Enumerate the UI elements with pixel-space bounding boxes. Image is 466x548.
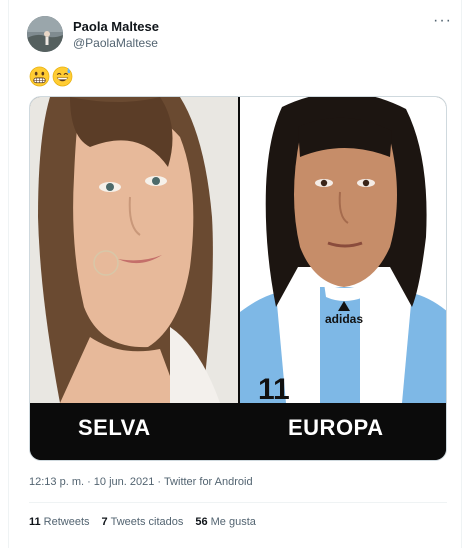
- retweets-count: 11: [29, 516, 41, 528]
- retweets-stat[interactable]: 11 Retweets: [29, 516, 90, 528]
- grimacing-face-icon: [29, 66, 50, 87]
- media-right-photo: adidas 11: [240, 97, 446, 403]
- retweets-label: Retweets: [43, 516, 90, 528]
- avatar[interactable]: [27, 16, 63, 52]
- left-caption: SELVA: [78, 415, 151, 440]
- quotes-count: 7: [101, 516, 108, 528]
- likes-count: 56: [195, 516, 208, 528]
- engagement-stats: 11 Retweets 7 Tweets citados 56 Me gusta: [29, 516, 256, 528]
- quotes-stat[interactable]: 7 Tweets citados: [102, 516, 184, 528]
- tweet-media[interactable]: adidas 11 SELVA EUROPA: [29, 96, 447, 461]
- divider: [29, 502, 447, 503]
- svg-text:11: 11: [258, 373, 290, 403]
- author-name[interactable]: Paola Maltese: [73, 19, 159, 34]
- author-handle[interactable]: @PaolaMaltese: [73, 36, 158, 50]
- tweet-timestamp[interactable]: 12:13 p. m. · 10 jun. 2021 · Twitter for…: [29, 476, 253, 488]
- likes-stat[interactable]: 56 Me gusta: [195, 516, 256, 528]
- media-left-photo: [30, 97, 238, 403]
- likes-label: Me gusta: [210, 516, 256, 528]
- more-options-icon[interactable]: ···: [433, 13, 452, 29]
- tweet-card: Paola Maltese @PaolaMaltese ··· adidas 1…: [8, 0, 462, 548]
- tweet-text: [29, 66, 73, 88]
- quotes-label: Tweets citados: [110, 516, 184, 528]
- right-caption: EUROPA: [288, 415, 384, 440]
- grinning-sweat-icon: [52, 66, 73, 87]
- shirt-brand-label: adidas: [325, 312, 363, 326]
